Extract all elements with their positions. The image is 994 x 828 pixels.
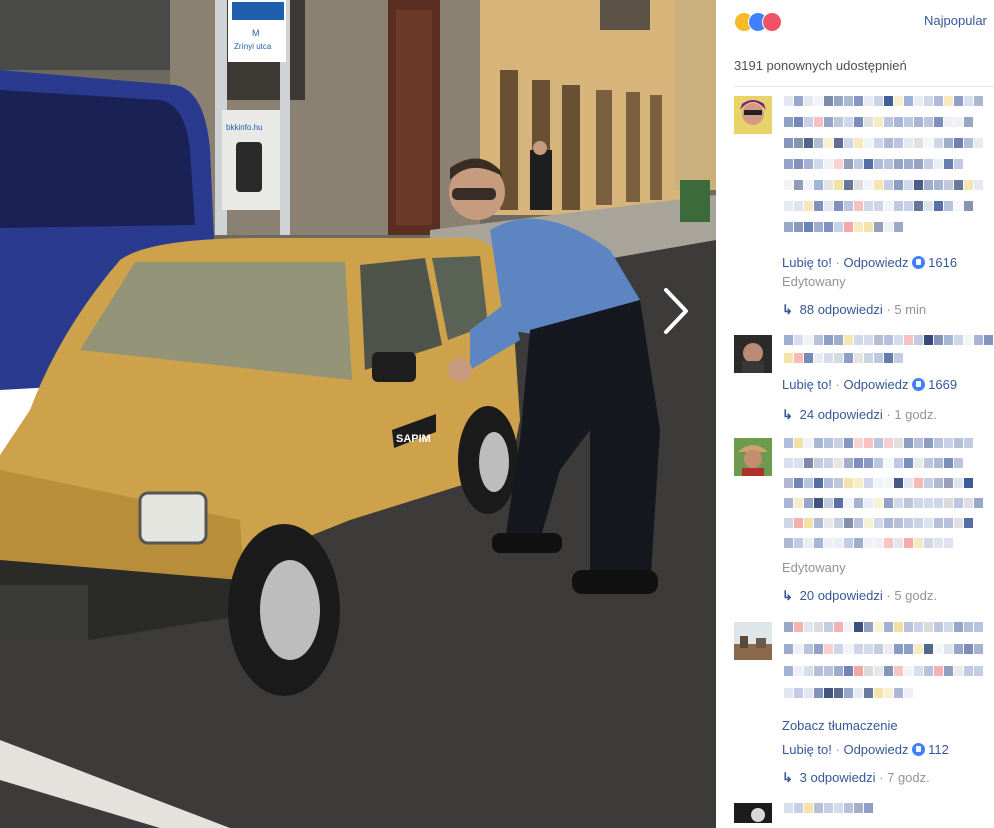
avatar[interactable] bbox=[734, 335, 772, 373]
chevron-right-icon bbox=[664, 288, 688, 334]
avatar[interactable] bbox=[734, 438, 772, 476]
avatar-image bbox=[734, 96, 772, 134]
replies-time: 7 godz. bbox=[887, 770, 930, 785]
like-count[interactable]: 1616 bbox=[928, 255, 957, 270]
street-sign-line1: M bbox=[252, 28, 260, 38]
comment-actions: Lubię to! · Odpowiedz 1616 bbox=[782, 255, 957, 270]
separator: · bbox=[886, 302, 891, 317]
love-reaction-icon bbox=[762, 12, 782, 32]
separator: · bbox=[835, 255, 840, 270]
avatar-image bbox=[734, 335, 772, 373]
comments-panel: Najpopular 3191 ponownych udostępnień Lu… bbox=[716, 0, 994, 828]
sort-dropdown[interactable]: Najpopular bbox=[924, 13, 987, 28]
comment-actions: Lubię to! · Odpowiedz 112 bbox=[782, 742, 949, 757]
pixelated-comment-text bbox=[784, 96, 983, 232]
comment-actions: Lubię to! · Odpowiedz 1669 bbox=[782, 377, 957, 392]
divider bbox=[734, 86, 994, 87]
shares-count[interactable]: 3191 ponownych udostępnień bbox=[734, 58, 907, 73]
pixelated-comment-text bbox=[784, 622, 983, 698]
like-icon bbox=[912, 256, 926, 269]
like-link[interactable]: Lubię to! bbox=[782, 742, 832, 757]
separator: · bbox=[886, 407, 891, 422]
reply-arrow-icon: ↳ bbox=[782, 407, 793, 422]
like-link[interactable]: Lubię to! bbox=[782, 255, 832, 270]
avatar-image bbox=[734, 438, 772, 476]
poster-text: bkkinfo.hu bbox=[226, 123, 262, 132]
separator: · bbox=[879, 770, 884, 785]
replies-time: 5 min bbox=[894, 302, 927, 317]
like-link[interactable]: Lubię to! bbox=[782, 377, 832, 392]
replies-count: 88 odpowiedzi bbox=[799, 302, 883, 317]
replies-count: 24 odpowiedzi bbox=[799, 407, 883, 422]
pixelated-comment-text bbox=[784, 438, 983, 548]
reply-arrow-icon: ↳ bbox=[782, 588, 793, 603]
see-translation-link[interactable]: Zobacz tłumaczenie bbox=[782, 718, 898, 733]
pixelated-comment-text bbox=[784, 803, 873, 813]
edited-label[interactable]: Edytowany bbox=[782, 560, 846, 575]
separator: · bbox=[835, 742, 840, 757]
avatar[interactable] bbox=[734, 96, 772, 134]
reply-arrow-icon: ↳ bbox=[782, 302, 793, 317]
reply-link[interactable]: Odpowiedz bbox=[843, 255, 908, 270]
street-sign-line2: Zrínyi utca bbox=[234, 42, 272, 51]
pixelated-comment-text bbox=[784, 335, 993, 363]
avatar-image bbox=[734, 803, 772, 823]
replies-count: 20 odpowiedzi bbox=[799, 588, 883, 603]
replies-time: 1 godz. bbox=[894, 407, 937, 422]
like-count[interactable]: 112 bbox=[928, 742, 949, 757]
reply-link[interactable]: Odpowiedz bbox=[843, 742, 908, 757]
replies-link[interactable]: ↳ 3 odpowiedzi · 7 godz. bbox=[782, 770, 930, 786]
like-icon bbox=[912, 743, 926, 756]
replies-link[interactable]: ↳ 88 odpowiedzi · 5 min bbox=[782, 302, 926, 318]
edited-label[interactable]: Edytowany bbox=[782, 274, 846, 289]
replies-link[interactable]: ↳ 20 odpowiedzi · 5 godz. bbox=[782, 588, 937, 604]
car-sticker-text: SAPIM bbox=[396, 433, 431, 445]
separator: · bbox=[886, 588, 891, 603]
next-photo-button[interactable] bbox=[656, 284, 696, 338]
like-icon bbox=[912, 378, 926, 391]
avatar[interactable] bbox=[734, 622, 772, 660]
replies-link[interactable]: ↳ 24 odpowiedzi · 1 godz. bbox=[782, 407, 937, 423]
like-count[interactable]: 1669 bbox=[928, 377, 957, 392]
post-photo[interactable]: SAPIM M Zrínyi utca bkkinfo.hu bbox=[0, 0, 716, 828]
replies-count: 3 odpowiedzi bbox=[799, 770, 876, 785]
reply-arrow-icon: ↳ bbox=[782, 770, 793, 785]
reply-link[interactable]: Odpowiedz bbox=[843, 377, 908, 392]
avatar[interactable] bbox=[734, 803, 772, 823]
street-scene: SAPIM M Zrínyi utca bkkinfo.hu bbox=[0, 0, 716, 828]
avatar-image bbox=[734, 622, 772, 660]
replies-time: 5 godz. bbox=[894, 588, 937, 603]
separator: · bbox=[835, 377, 840, 392]
